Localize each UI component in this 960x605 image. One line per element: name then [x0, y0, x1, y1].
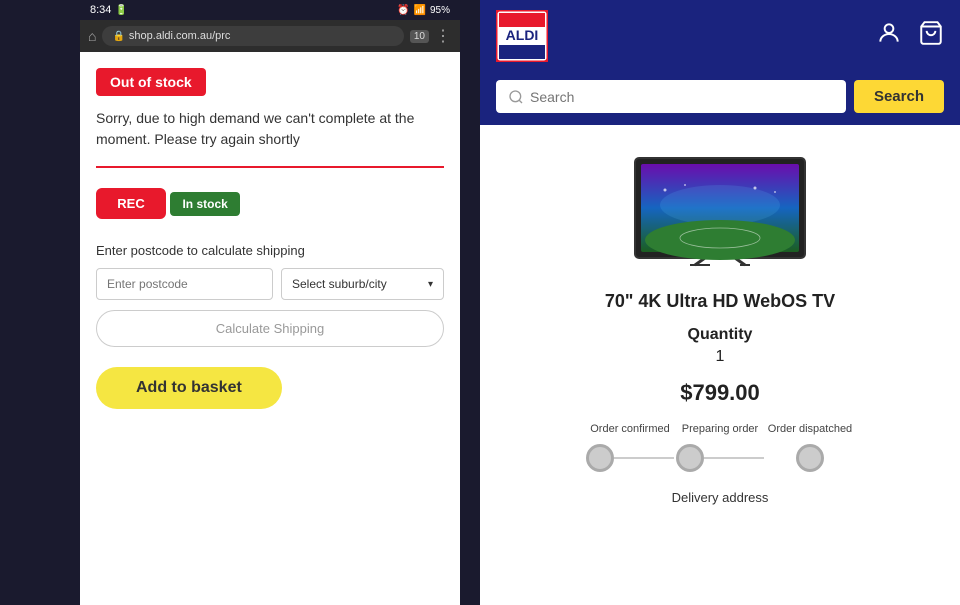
charging-icon: 🔋 [115, 5, 127, 16]
search-input[interactable] [530, 89, 834, 105]
battery-display: 95% [430, 5, 450, 16]
step-order-dispatched: Order dispatched [765, 422, 855, 472]
order-steps: Order confirmed Preparing order Order di… [500, 422, 940, 472]
step-line-1 [614, 457, 674, 459]
quantity-value: 1 [716, 348, 725, 366]
add-to-basket-button[interactable]: Add to basket [96, 367, 282, 409]
lock-icon: 🔒 [112, 31, 124, 42]
price-display: $799.00 [680, 380, 760, 406]
step-order-confirmed: Order confirmed [585, 422, 675, 472]
shipping-label: Enter postcode to calculate shipping [96, 243, 444, 258]
step-preparing-order: Preparing order [675, 422, 765, 472]
product-title: 70" 4K Ultra HD WebOS TV [605, 291, 835, 312]
out-of-stock-badge: Out of stock [96, 68, 206, 96]
quantity-label: Quantity [688, 326, 753, 344]
tv-image [620, 145, 820, 275]
suburb-select[interactable]: Select suburb/city ▾ [281, 268, 444, 300]
aldi-header: ALDI [480, 0, 960, 72]
delivery-address-label: Delivery address [672, 490, 769, 505]
calculate-shipping-button[interactable]: Calculate Shipping [96, 310, 444, 347]
step-circle-3 [796, 444, 824, 472]
aldi-logo[interactable]: ALDI [496, 10, 548, 62]
svg-text:ALDI: ALDI [506, 27, 539, 43]
home-icon[interactable]: ⌂ [88, 28, 96, 44]
search-input-wrap[interactable] [496, 80, 846, 113]
step-circle-1 [586, 444, 614, 472]
sorry-message: Sorry, due to high demand we can't compl… [96, 108, 444, 150]
signal-icon: 📶 [414, 5, 426, 16]
rec-button[interactable]: REC [96, 188, 166, 219]
url-bar[interactable]: 🔒 shop.aldi.com.au/prc [102, 26, 403, 46]
step-circle-2 [676, 444, 704, 472]
tab-count[interactable]: 10 [410, 30, 429, 43]
alarm-icon: ⏰ [397, 5, 409, 16]
step-line-2 [704, 457, 764, 459]
chevron-down-icon: ▾ [428, 279, 433, 290]
search-button[interactable]: Search [854, 80, 944, 113]
in-stock-badge: In stock [170, 192, 239, 216]
menu-dots-icon[interactable]: ⋮ [435, 26, 452, 46]
postcode-input[interactable] [96, 268, 273, 300]
search-bar-row: Search [480, 72, 960, 125]
basket-icon[interactable] [918, 20, 944, 52]
url-text: shop.aldi.com.au/prc [129, 30, 231, 42]
suburb-select-text: Select suburb/city [292, 277, 387, 291]
search-icon [508, 89, 524, 105]
time-display: 8:34 [90, 4, 111, 16]
account-icon[interactable] [876, 20, 902, 52]
product-section: 70" 4K Ultra HD WebOS TV Quantity 1 $799… [480, 125, 960, 605]
red-divider [96, 166, 444, 168]
